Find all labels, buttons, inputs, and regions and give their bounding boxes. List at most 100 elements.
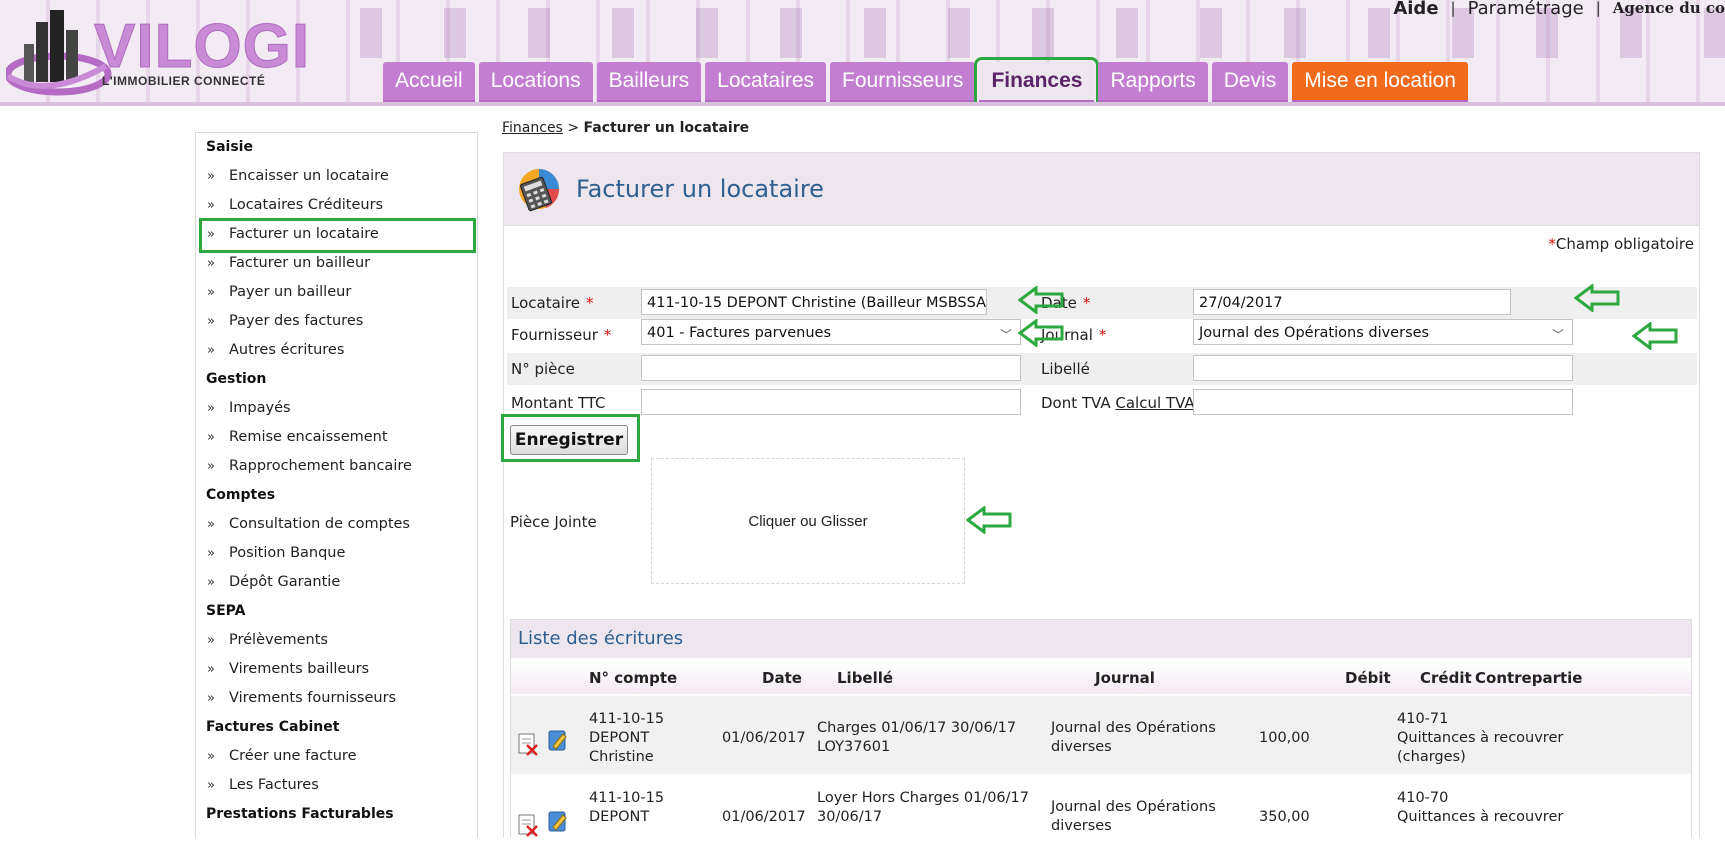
sidebar-item-consultation-comptes[interactable]: » Consultation de comptes: [196, 510, 477, 539]
row-account-line: 411-10-15: [589, 790, 665, 806]
sidebar-item-creer-facture[interactable]: » Créer une facture: [196, 742, 477, 771]
sidebar-item-label: Créer une facture: [229, 748, 357, 764]
col-date: Date: [762, 669, 802, 687]
col-account: N° compte: [589, 669, 678, 687]
sidebar-section-gestion: Gestion: [206, 371, 267, 387]
locataire-label: Locataire *: [511, 294, 594, 312]
sidebar-item-depot-garantie[interactable]: » Dépôt Garantie: [196, 568, 477, 597]
breadcrumb: Finances > Facturer un locataire: [502, 120, 749, 136]
nav-tab-accueil[interactable]: Accueil: [383, 62, 475, 102]
sidebar-item-label: Rapprochement bancaire: [229, 458, 412, 474]
sidebar-item-locataires-crediteurs[interactable]: » Locataires Créditeurs: [196, 191, 477, 220]
double-chevron-icon: »: [207, 256, 215, 271]
nav-tab-locataires[interactable]: Locataires: [705, 62, 827, 102]
form-row-piece: N° pièce Libellé: [507, 353, 1697, 385]
double-chevron-icon: »: [207, 633, 215, 648]
page-title: Facturer un locataire: [576, 175, 824, 203]
sidebar-item-encaisser-locataire[interactable]: » Encaisser un locataire: [196, 162, 477, 191]
required-star: *: [1098, 326, 1107, 344]
sidebar-item-label: Encaisser un locataire: [229, 168, 389, 184]
sidebar-item-impayes[interactable]: » Impayés: [196, 394, 477, 423]
agency-link[interactable]: Agence du co: [1613, 0, 1725, 17]
nav-tab-rapports[interactable]: Rapports: [1098, 62, 1208, 102]
nav-tab-mise-en-location[interactable]: Mise en location: [1292, 62, 1468, 102]
double-chevron-icon: »: [207, 198, 215, 213]
edit-icon[interactable]: [547, 728, 569, 752]
row-account-line: Christine: [589, 749, 654, 765]
delete-icon[interactable]: [517, 732, 539, 756]
sidebar-item-rapprochement-bancaire[interactable]: » Rapprochement bancaire: [196, 452, 477, 481]
col-journal: Journal: [1095, 669, 1155, 687]
libelle-input[interactable]: [1193, 355, 1573, 381]
save-button[interactable]: Enregistrer: [510, 425, 628, 455]
piece-input[interactable]: [641, 355, 1021, 381]
delete-icon[interactable]: [517, 813, 539, 837]
attachment-dropzone[interactable]: Cliquer ou Glisser: [651, 458, 965, 584]
sidebar-section-sepa: SEPA: [206, 603, 246, 619]
tva-input[interactable]: [1193, 389, 1573, 415]
col-debit: Débit: [1345, 669, 1391, 687]
logo-tagline: L'IMMOBILIER CONNECTÉ: [102, 74, 266, 88]
vilogi-logo[interactable]: VILOGI L'IMMOBILIER CONNECTÉ: [6, 4, 326, 98]
nav-tab-bailleurs[interactable]: Bailleurs: [596, 62, 702, 102]
row-account: 411-10-15 DEPONT Christine: [589, 710, 664, 767]
annotation-arrow-icon: [966, 506, 1012, 534]
nav-tab-finances[interactable]: Finances: [974, 57, 1100, 102]
sidebar-item-facturer-bailleur[interactable]: » Facturer un bailleur: [196, 249, 477, 278]
entries-table-header: N° compte Date Libellé Journal Débit Cré…: [511, 662, 1691, 694]
row-journal: Journal des Opérations diverses: [1051, 798, 1216, 836]
sidebar-item-facturer-locataire[interactable]: » Facturer un locataire: [196, 218, 477, 253]
row-label: Charges 01/06/17 30/06/17 LOY37601: [817, 719, 1016, 757]
double-chevron-icon: »: [207, 459, 215, 474]
sidebar-item-prelevements[interactable]: » Prélèvements: [196, 626, 477, 655]
sidebar-item-payer-factures[interactable]: » Payer des factures: [196, 307, 477, 336]
row-counterpart-line: Quittances à recouvrer: [1397, 730, 1564, 746]
row-account-line: DEPONT: [589, 809, 650, 825]
sidebar-item-virements-bailleurs[interactable]: » Virements bailleurs: [196, 655, 477, 684]
col-credit: Crédit: [1420, 669, 1472, 687]
sidebar-item-position-banque[interactable]: » Position Banque: [196, 539, 477, 568]
locataire-label-text: Locataire: [511, 294, 581, 312]
row-counterpart-line: 410-70: [1397, 790, 1449, 806]
tva-label-text: Dont TVA: [1041, 394, 1111, 412]
entries-list: Liste des écritures N° compte Date Libel…: [510, 619, 1692, 838]
sidebar-item-virements-fournisseurs[interactable]: » Virements fournisseurs: [196, 684, 477, 713]
nav-tab-fournisseurs[interactable]: Fournisseurs: [830, 62, 976, 102]
locataire-input[interactable]: 411-10-15 DEPONT Christine (Bailleur MSB…: [641, 289, 987, 315]
panel-header: Facturer un locataire: [504, 153, 1699, 226]
fournisseur-select[interactable]: 401 - Factures parvenues ﹀: [641, 319, 1021, 345]
journal-select[interactable]: Journal des Opérations diverses ﹀: [1193, 319, 1573, 345]
sidebar-item-label: Position Banque: [229, 545, 346, 561]
breadcrumb-finances-link[interactable]: Finances: [502, 120, 563, 136]
table-row: 411-10-15 DEPONT 01/06/2017 Loyer Hors Ch…: [511, 777, 1691, 855]
sidebar-item-remise-encaissement[interactable]: » Remise encaissement: [196, 423, 477, 452]
sidebar-item-les-factures[interactable]: » Les Factures: [196, 771, 477, 800]
calcul-tva-link[interactable]: Calcul TVA: [1115, 394, 1194, 412]
double-chevron-icon: »: [207, 314, 215, 329]
fournisseur-label: Fournisseur *: [511, 326, 611, 344]
double-chevron-icon: »: [207, 343, 215, 358]
annotation-arrow-icon: [1018, 286, 1064, 314]
double-chevron-icon: »: [207, 546, 215, 561]
montant-input[interactable]: [641, 389, 1021, 415]
sidebar-section-factures-cabinet: Factures Cabinet: [206, 719, 340, 735]
sidebar-item-label: Prélèvements: [229, 632, 328, 648]
nav-tab-devis[interactable]: Devis: [1211, 62, 1289, 102]
sidebar-item-label: Payer des factures: [229, 313, 364, 329]
row-label: Loyer Hors Charges 01/06/17 30/06/17: [817, 789, 1029, 827]
help-link[interactable]: Aide: [1393, 0, 1438, 19]
sidebar-item-label: Virements fournisseurs: [229, 690, 397, 706]
settings-link[interactable]: Paramétrage: [1468, 0, 1584, 19]
row-journal: Journal des Opérations diverses: [1051, 719, 1216, 757]
nav-tab-locations[interactable]: Locations: [478, 62, 593, 102]
edit-icon[interactable]: [547, 809, 569, 833]
annotation-arrow-icon: [1632, 322, 1678, 350]
sidebar-item-autres-ecritures[interactable]: » Autres écritures: [196, 336, 477, 365]
breadcrumb-current: Facturer un locataire: [583, 120, 750, 136]
required-star: *: [1548, 235, 1556, 253]
row-counterpart-line: 410-71: [1397, 711, 1449, 727]
date-input[interactable]: 27/04/2017: [1193, 289, 1511, 315]
double-chevron-icon: »: [207, 575, 215, 590]
sidebar-item-payer-bailleur[interactable]: » Payer un bailleur: [196, 278, 477, 307]
sidebar-item-label: Consultation de comptes: [229, 516, 410, 532]
